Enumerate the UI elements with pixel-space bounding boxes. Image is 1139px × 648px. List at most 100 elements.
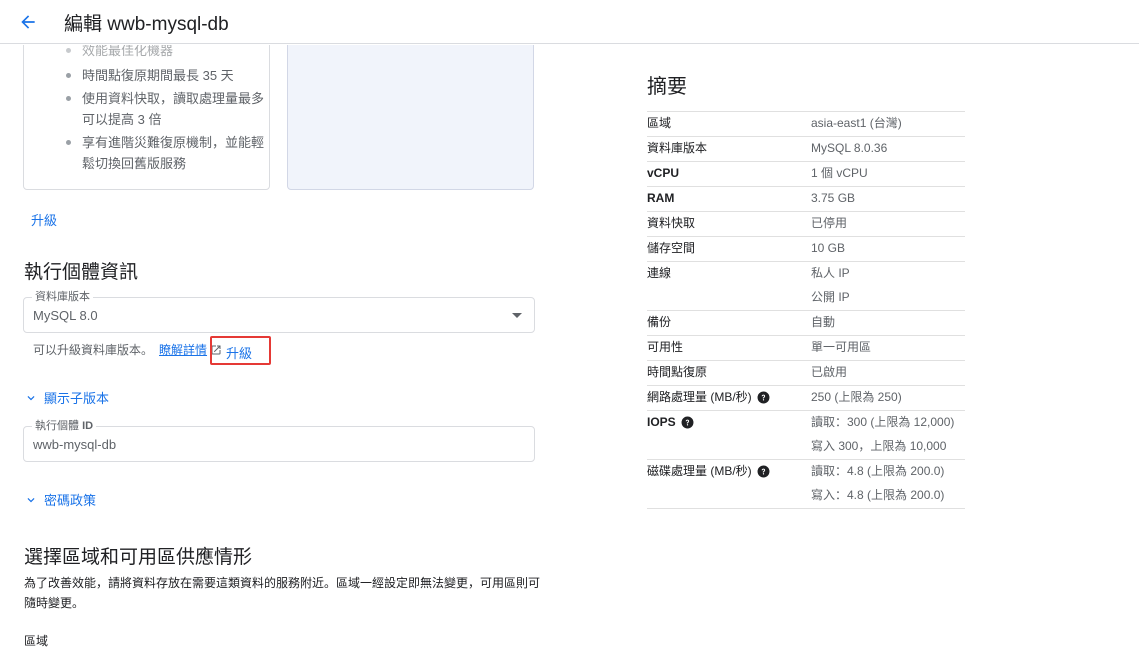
summary-values: 單一可用區 <box>811 339 965 356</box>
db-version-upgrade-link[interactable]: 升級 <box>226 343 252 362</box>
password-policy-toggle[interactable]: 密碼政策 <box>24 490 96 509</box>
summary-key: 資料庫版本 <box>647 140 811 157</box>
db-version-hint: 可以升級資料庫版本。 瞭解詳情 <box>33 341 222 358</box>
chevron-down-icon <box>27 497 35 502</box>
db-version-hint-text: 可以升級資料庫版本。 <box>33 343 154 357</box>
summary-key: 連線 <box>647 265 811 306</box>
summary-table: 區域 asia-east1 (台灣) 資料庫版本 MySQL 8.0.36 vCPU 1 … <box>647 111 965 509</box>
summary-key-label: vCPU <box>647 166 680 180</box>
edition-feature: 時間點復原期間最長 35 天 <box>66 65 266 86</box>
summary-values: 已停用 <box>811 215 965 232</box>
summary-key: 時間點復原 <box>647 364 811 381</box>
summary-key: 磁碟處理量 (MB/秒) <box>647 463 811 504</box>
summary-row: IOPS 讀取：300 (上限為 12,000) 寫入 300，上限為 10,000 <box>647 410 965 459</box>
summary-key-label: 連線 <box>647 266 672 280</box>
instance-info-heading: 執行個體資訊 <box>24 262 139 283</box>
summary-values: 3.75 GB <box>811 190 965 207</box>
summary-key-label: 備份 <box>647 315 672 329</box>
db-version-upgrade-highlight[interactable]: 升級 <box>210 336 271 365</box>
summary-panel: 摘要 區域 asia-east1 (台灣) 資料庫版本 MySQL 8.0.36 vCP… <box>647 70 965 509</box>
summary-row: 資料庫版本 MySQL 8.0.36 <box>647 136 965 161</box>
edition-upgrade-link[interactable]: 升級 <box>31 210 57 229</box>
summary-value: 公開 IP <box>811 290 850 304</box>
db-version-value: MySQL 8.0 <box>33 308 98 323</box>
summary-key-label: IOPS <box>647 415 676 429</box>
summary-key-label: 儲存空間 <box>647 241 696 255</box>
summary-row: 備份 自動 <box>647 310 965 335</box>
page-title: 編輯 wwb-mysql-db <box>64 14 229 35</box>
top-bar: 編輯 wwb-mysql-db <box>0 0 1139 44</box>
summary-value: 已啟用 <box>811 365 848 379</box>
summary-value: 1 個 vCPU <box>811 166 868 180</box>
summary-value: 10 GB <box>811 241 846 255</box>
edition-card-enterprise-plus[interactable]: 效能最佳化機器 時間點復原期間最長 35 天 使用資料快取，讀取處理量最多可以提… <box>23 45 270 190</box>
summary-row: 資料快取 已停用 <box>647 211 965 236</box>
summary-value: 250 (上限為 250) <box>811 390 902 404</box>
arrow-back-icon <box>21 15 35 29</box>
region-field-label: 區域 <box>24 634 49 648</box>
summary-value: 私人 IP <box>811 266 850 280</box>
summary-row: 時間點復原 已啟用 <box>647 360 965 385</box>
summary-value: 寫入 300，上限為 10,000 <box>811 439 947 453</box>
edit-form: 效能最佳化機器 時間點復原期間最長 35 天 使用資料快取，讀取處理量最多可以提… <box>0 45 560 648</box>
summary-key-label: 磁碟處理量 (MB/秒) <box>647 464 752 478</box>
instance-id-field[interactable]: 執行個體 ID wwb-mysql-db <box>23 420 535 462</box>
summary-value: 自動 <box>811 315 836 329</box>
summary-values: MySQL 8.0.36 <box>811 140 965 157</box>
dropdown-arrow-icon[interactable] <box>512 313 522 318</box>
summary-key: 區域 <box>647 115 811 132</box>
edition-feature: 使用資料快取，讀取處理量最多可以提高 3 倍 <box>66 88 266 130</box>
learn-more-link[interactable]: 瞭解詳情 <box>159 341 207 358</box>
instance-id-label: 執行個體 ID <box>32 420 97 432</box>
back-button[interactable] <box>14 8 42 36</box>
summary-row: RAM 3.75 GB <box>647 186 965 211</box>
summary-value: 單一可用區 <box>811 340 872 354</box>
help-icon[interactable] <box>757 465 770 478</box>
summary-value: 讀取：300 (上限為 12,000) <box>811 415 955 429</box>
summary-row: 網路處理量 (MB/秒) 250 (上限為 250) <box>647 385 965 410</box>
summary-title: 摘要 <box>647 76 687 98</box>
chevron-down-icon <box>27 395 35 400</box>
summary-key: 備份 <box>647 314 811 331</box>
edition-feature-list: 效能最佳化機器 時間點復原期間最長 35 天 使用資料快取，讀取處理量最多可以提… <box>66 45 266 176</box>
summary-row: 磁碟處理量 (MB/秒) 讀取：4.8 (上限為 200.0) 寫入：4.8 (上限… <box>647 459 965 509</box>
summary-key: 網路處理量 (MB/秒) <box>647 389 811 406</box>
summary-values: 自動 <box>811 314 965 331</box>
summary-values: 私人 IP 公開 IP <box>811 265 965 306</box>
summary-key-label: 資料快取 <box>647 216 696 230</box>
summary-value: 寫入：4.8 (上限為 200.0) <box>811 488 945 502</box>
region-description: 為了改善效能，請將資料存放在需要這類資料的服務附近。區域一經設定即無法變更，可用… <box>24 576 541 610</box>
summary-key: RAM <box>647 190 811 207</box>
show-minor-versions-toggle[interactable]: 顯示子版本 <box>24 388 109 407</box>
summary-value: asia-east1 (台灣) <box>811 116 902 130</box>
summary-key-label: RAM <box>647 191 675 205</box>
summary-row: 儲存空間 10 GB <box>647 236 965 261</box>
summary-key: 資料快取 <box>647 215 811 232</box>
summary-values: 1 個 vCPU <box>811 165 965 182</box>
summary-values: 10 GB <box>811 240 965 257</box>
db-version-label: 資料庫版本 <box>32 291 93 303</box>
edition-feature: 效能最佳化機器 <box>66 45 266 61</box>
summary-key: 可用性 <box>647 339 811 356</box>
summary-row: 連線 私人 IP 公開 IP <box>647 261 965 310</box>
password-policy-label: 密碼政策 <box>44 493 97 508</box>
instance-id-value: wwb-mysql-db <box>33 437 117 452</box>
summary-row: 可用性 單一可用區 <box>647 335 965 360</box>
summary-row: 區域 asia-east1 (台灣) <box>647 111 965 136</box>
summary-value: 已停用 <box>811 216 848 230</box>
region-heading: 選擇區域和可用區供應情形 <box>24 547 253 568</box>
summary-value: MySQL 8.0.36 <box>811 141 888 155</box>
summary-key: IOPS <box>647 414 811 455</box>
edition-feature: 享有進階災難復原機制，並能輕鬆切換回舊版服務 <box>66 132 266 174</box>
summary-key-label: 資料庫版本 <box>647 141 708 155</box>
summary-row: vCPU 1 個 vCPU <box>647 161 965 186</box>
summary-values: asia-east1 (台灣) <box>811 115 965 132</box>
edition-card-selected[interactable] <box>287 45 534 190</box>
summary-key-label: 時間點復原 <box>647 365 708 379</box>
summary-values: 讀取：4.8 (上限為 200.0) 寫入：4.8 (上限為 200.0) <box>811 463 965 504</box>
db-version-select[interactable]: 資料庫版本 MySQL 8.0 <box>23 291 535 333</box>
help-icon[interactable] <box>757 391 770 404</box>
summary-values: 已啟用 <box>811 364 965 381</box>
summary-value: 讀取：4.8 (上限為 200.0) <box>811 464 945 478</box>
help-icon[interactable] <box>681 416 694 429</box>
